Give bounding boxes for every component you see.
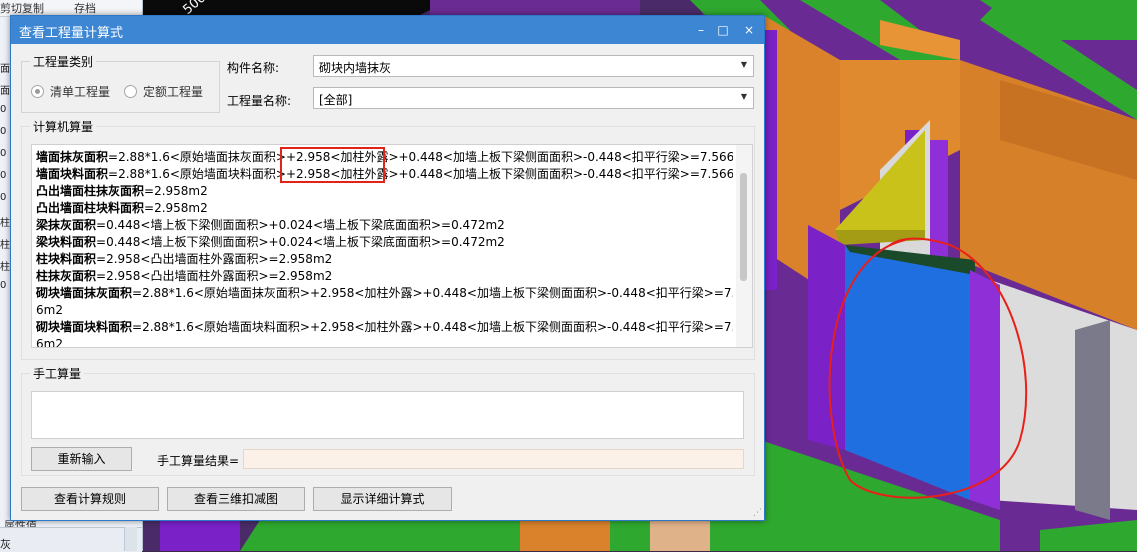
view-quantity-formula-dialog: 查看工程量计算式 – □ × 工程量类别 清单工程量 定额工程量 构件名称: 砌… [10, 15, 765, 521]
calc-line-formula: =2.958<凸出墙面柱外露面积>=2.958m2 [96, 252, 333, 266]
calc-line-name: 梁块料面积 [36, 235, 97, 249]
manual-calc-input[interactable] [31, 391, 744, 439]
dialog-title-bar[interactable]: 查看工程量计算式 – □ × [11, 16, 764, 44]
calc-scrollbar[interactable] [736, 145, 752, 347]
side-label: 0 [0, 170, 7, 181]
calc-line: 凸出墙面柱抹灰面积=2.958m2 [36, 183, 733, 200]
calc-line-name: 墙面抹灰面积 [36, 150, 109, 164]
manual-calc-legend: 手工算量 [30, 365, 85, 382]
calc-scrollbar-thumb[interactable] [740, 173, 747, 281]
close-button[interactable]: × [737, 16, 761, 44]
reenter-button[interactable]: 重新输入 [31, 447, 132, 471]
view-3d-deduction-button[interactable]: 查看三维扣减图 [167, 487, 305, 511]
side-label: 面 [0, 86, 10, 97]
calc-line-formula: =2.958<凸出墙面柱外露面积>=2.958m2 [96, 269, 333, 283]
quantity-name-select[interactable]: [全部] ▼ [313, 87, 754, 109]
calc-line-formula: =2.958m2 [144, 201, 208, 215]
computer-calc-text-area[interactable]: 墙面抹灰面积=2.88*1.6<原始墙面抹灰面积>+2.958<加柱外露>+0.… [31, 144, 753, 348]
toolbar-item-copy[interactable]: 剪切复制 [0, 0, 44, 16]
radio-bill-quantity[interactable]: 清单工程量 [31, 83, 110, 100]
show-detailed-formula-button[interactable]: 显示详细计算式 [313, 487, 452, 511]
resize-grip-icon[interactable]: ⋰ [753, 508, 762, 518]
manual-result-label: 手工算量结果= [157, 454, 240, 468]
calc-line-name: 柱抹灰面积 [36, 269, 97, 283]
calc-line-name: 砌块墙面块料面积 [36, 320, 133, 334]
background-side-labels: 面 面 0 0 0 0 0 柱 柱 柱 0 [0, 60, 10, 302]
calc-line-formula: 6m2 [36, 337, 63, 348]
side-label: 柱 [0, 262, 10, 273]
calc-line-formula: =2.88*1.6<原始墙面抹灰面积>+2.958<加柱外露>+0.448<加墙… [108, 150, 733, 164]
radio-unselected-icon [124, 85, 137, 98]
calc-line-name: 凸出墙面柱块料面积 [36, 201, 145, 215]
quantity-name-label: 工程量名称: [227, 94, 292, 108]
computer-calc-legend: 计算机算量 [30, 118, 97, 135]
calc-line: 6m2 [36, 302, 733, 319]
dropdown-arrow-icon: ▼ [740, 60, 747, 69]
radio-quota-quantity-label: 定额工程量 [143, 85, 204, 99]
calc-line-formula: =2.88*1.6<原始墙面块料面积>+2.958<加柱外露>+0.448<加墙… [108, 167, 733, 181]
calc-line-name: 梁抹灰面积 [36, 218, 97, 232]
calc-line-name: 柱块料面积 [36, 252, 97, 266]
calc-line: 柱块料面积=2.958<凸出墙面柱外露面积>=2.958m2 [36, 251, 733, 268]
calc-line: 砌块墙面块料面积=2.88*1.6<原始墙面块料面积>+2.958<加柱外露>+… [36, 319, 733, 336]
manual-result-field [243, 449, 744, 469]
side-label: 0 [0, 126, 7, 137]
component-name-select[interactable]: 砌块内墙抹灰 ▼ [313, 55, 754, 77]
calc-line-formula: 6m2 [36, 303, 63, 317]
component-name-value: 砌块内墙抹灰 [319, 61, 392, 75]
dialog-title: 查看工程量计算式 [19, 26, 124, 41]
calc-line-name: 凸出墙面柱抹灰面积 [36, 184, 145, 198]
maximize-button[interactable]: □ [711, 16, 735, 44]
dropdown-arrow-icon: ▼ [740, 92, 747, 101]
quantity-name-value: [全部] [319, 93, 353, 107]
side-label: 0 [0, 104, 7, 115]
view-calc-rules-button[interactable]: 查看计算规则 [21, 487, 159, 511]
side-label: 柱 [0, 218, 10, 229]
background-bottom-label: 灰 [0, 538, 11, 551]
calc-line-formula: =2.88*1.6<原始墙面块料面积>+2.958<加柱外露>+0.448<加墙… [132, 320, 733, 334]
red-highlight-box [280, 147, 385, 183]
side-label: 0 [0, 148, 7, 159]
background-scrollbar[interactable] [124, 527, 137, 551]
toolbar-item-save[interactable]: 存档 [74, 0, 96, 16]
calc-line-formula: =2.958m2 [144, 184, 208, 198]
calc-line: 梁抹灰面积=0.448<墙上板下梁侧面面积>+0.024<墙上板下梁底面面积>=… [36, 217, 733, 234]
calc-line: 梁块料面积=0.448<墙上板下梁侧面面积>+0.024<墙上板下梁底面面积>=… [36, 234, 733, 251]
radio-bill-quantity-label: 清单工程量 [50, 85, 111, 99]
component-name-label: 构件名称: [227, 61, 280, 75]
side-label: 0 [0, 192, 7, 203]
calc-line-formula: =2.88*1.6<原始墙面抹灰面积>+2.958<加柱外露>+0.448<加墙… [132, 286, 733, 300]
radio-selected-icon [31, 85, 44, 98]
calc-line-name: 墙面块料面积 [36, 167, 109, 181]
side-label: 面 [0, 64, 10, 75]
calc-line-formula: =0.448<墙上板下梁侧面面积>+0.024<墙上板下梁底面面积>=0.472… [96, 218, 505, 232]
calc-line: 6m2 [36, 336, 733, 348]
side-label: 柱 [0, 240, 10, 251]
calc-line-formula: =0.448<墙上板下梁侧面面积>+0.024<墙上板下梁底面面积>=0.472… [96, 235, 505, 249]
calc-line-name: 砌块墙面抹灰面积 [36, 286, 133, 300]
radio-quota-quantity[interactable]: 定额工程量 [124, 83, 203, 100]
minimize-button[interactable]: – [689, 16, 713, 44]
calc-line: 柱抹灰面积=2.958<凸出墙面柱外露面积>=2.958m2 [36, 268, 733, 285]
background-bottom-bar [0, 527, 142, 552]
calc-line: 凸出墙面柱块料面积=2.958m2 [36, 200, 733, 217]
side-label: 0 [0, 280, 7, 291]
quantity-category-legend: 工程量类别 [30, 53, 97, 70]
calc-line: 砌块墙面抹灰面积=2.88*1.6<原始墙面抹灰面积>+2.958<加柱外露>+… [36, 285, 733, 302]
